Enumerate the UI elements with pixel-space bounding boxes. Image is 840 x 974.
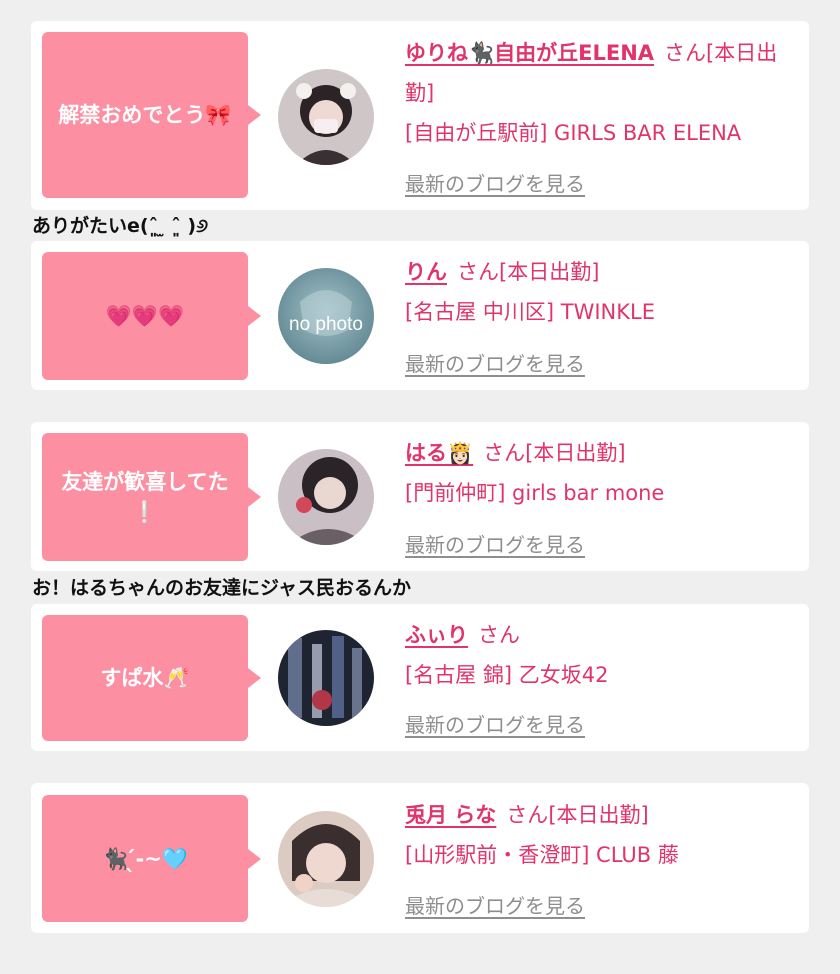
avatar[interactable]: [278, 811, 374, 907]
latest-blog-link[interactable]: 最新のブログを見る: [405, 529, 585, 558]
cast-name-link[interactable]: りん: [405, 260, 447, 284]
shop-label: [名古屋 錦] 乙女坂42: [405, 663, 609, 687]
blog-card: 解禁おめでとう🎀 ゆりね🐈‍⬛自由が丘ELENA さん[本日出勤] [自由が丘駅前…: [31, 21, 809, 210]
comment-text: お！はるちゃんのお友達にジャス民おるんか: [32, 577, 412, 599]
avatar-photo-icon: [278, 69, 374, 165]
avatar-photo-icon: [278, 630, 374, 726]
blog-card: すぱ水🥂 ふぃり さん [名古屋 錦] 乙女坂42 最新のブログを見る: [31, 604, 809, 751]
status-label: [本日出勤]: [499, 260, 600, 284]
avatar-photo-icon: [278, 811, 374, 907]
honorific: さん: [506, 803, 549, 827]
cast-info: はる👸🏻 さん[本日出勤] [門前仲町] girls bar mone: [405, 433, 803, 513]
comment-text: ありがたいe(ˆ͈ ̫ ˆ͈ )୬: [32, 215, 209, 237]
cast-info: りん さん[本日出勤] [名古屋 中川区] TWINKLE: [405, 252, 803, 332]
shop-label: [自由が丘駅前] GIRLS BAR ELENA: [405, 121, 742, 145]
blog-card: 友達が歓喜してた❕ はる👸🏻 さん[本日出勤] [門前仲町] girls bar …: [31, 422, 809, 571]
shop-label: [名古屋 中川区] TWINKLE: [405, 300, 655, 324]
cast-info: 兎月 らな さん[本日出勤] [山形駅前・香澄町] CLUB 藤: [405, 795, 803, 875]
message-bubble: 友達が歓喜してた❕: [42, 433, 261, 561]
avatar[interactable]: [278, 69, 374, 165]
status-label: [本日出勤]: [525, 441, 626, 465]
no-photo-icon: no photo: [278, 268, 374, 364]
latest-blog-link[interactable]: 最新のブログを見る: [405, 348, 585, 377]
status-label: [本日出勤]: [548, 803, 649, 827]
avatar[interactable]: [278, 630, 374, 726]
cast-info: ふぃり さん [名古屋 錦] 乙女坂42: [405, 615, 803, 695]
avatar[interactable]: [278, 449, 374, 545]
honorific: さん: [664, 41, 707, 65]
message-bubble: 💗💗💗: [42, 252, 261, 380]
honorific: さん: [478, 623, 520, 647]
latest-blog-link[interactable]: 最新のブログを見る: [405, 890, 585, 919]
svg-text:no photo: no photo: [289, 314, 363, 335]
shop-label: [門前仲町] girls bar mone: [405, 481, 665, 505]
message-bubble: すぱ水🥂: [42, 615, 261, 741]
message-bubble: 解禁おめでとう🎀: [42, 32, 261, 198]
avatar-photo-icon: [278, 449, 374, 545]
cast-name-link[interactable]: 兎月 らな: [405, 803, 496, 827]
avatar[interactable]: no photo: [278, 268, 374, 364]
shop-label: [山形駅前・香澄町] CLUB 藤: [405, 843, 679, 867]
cast-info: ゆりね🐈‍⬛自由が丘ELENA さん[本日出勤] [自由が丘駅前] GIRLS B…: [405, 33, 803, 153]
cast-name-link[interactable]: はる👸🏻: [405, 441, 473, 465]
blog-card: 💗💗💗 no photo りん さん[本日出勤] [名古屋 中川区] TWINKL…: [31, 241, 809, 390]
cast-name-link[interactable]: ゆりね🐈‍⬛自由が丘ELENA: [405, 41, 654, 65]
message-bubble: 🐈‍⬛‪‪ ̖́-‬~🩵: [42, 795, 261, 922]
honorific: さん: [483, 441, 526, 465]
latest-blog-link[interactable]: 最新のブログを見る: [405, 168, 585, 197]
cast-name-link[interactable]: ふぃり: [405, 623, 468, 647]
honorific: さん: [457, 260, 499, 284]
blog-card: 🐈‍⬛‪‪ ̖́-‬~🩵 兎月 らな さん[本日出勤] [山形駅前・香澄町] CL…: [31, 783, 809, 933]
latest-blog-link[interactable]: 最新のブログを見る: [405, 709, 585, 738]
